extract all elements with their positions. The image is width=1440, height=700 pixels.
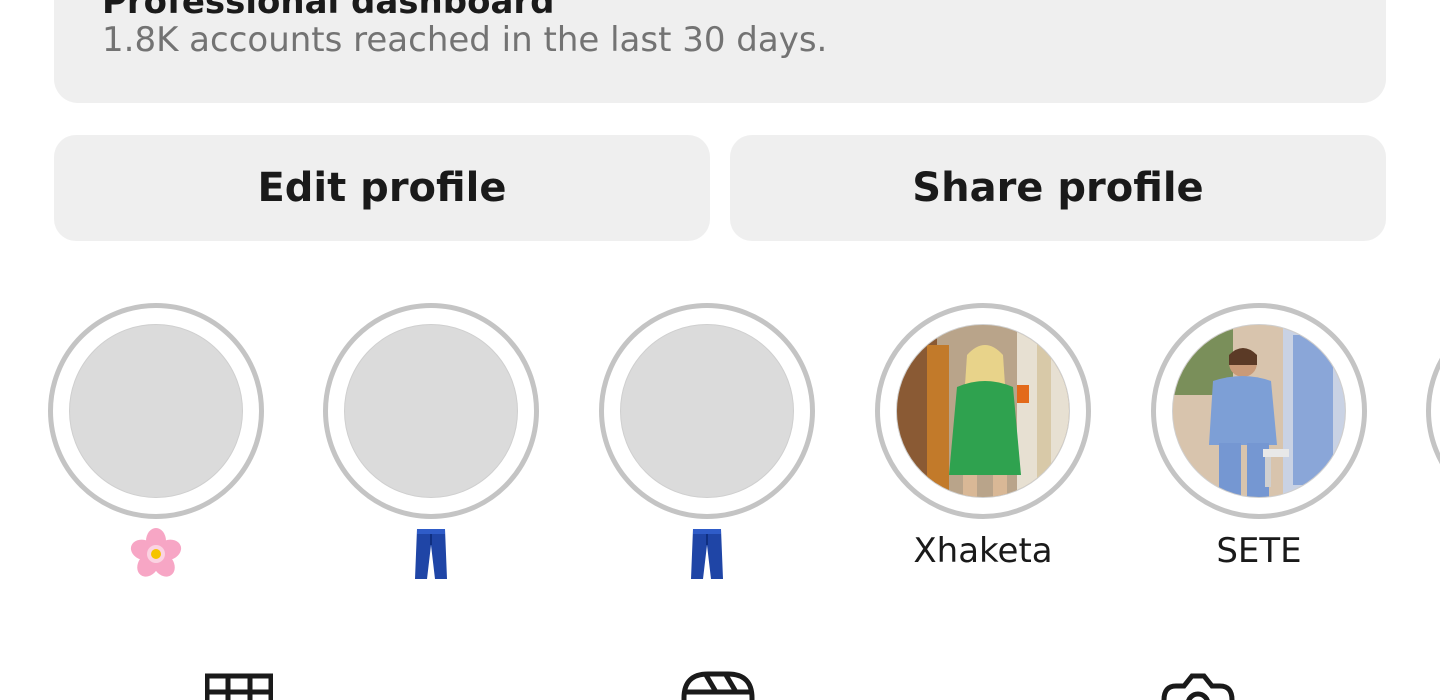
dashboard-subtitle: 1.8K accounts reached in the last 30 day… — [102, 20, 828, 60]
highlight-item-partial[interactable] — [1426, 303, 1440, 593]
highlight-item[interactable] — [599, 303, 815, 593]
share-profile-button[interactable]: Share profile — [730, 135, 1386, 241]
highlight-ring — [1426, 303, 1440, 519]
reels-icon[interactable] — [680, 668, 756, 700]
highlight-cover-empty — [620, 324, 794, 498]
grid-icon[interactable] — [204, 668, 274, 700]
highlight-item-xhaketa[interactable]: Xhaketa — [875, 303, 1091, 593]
dashboard-title: Professional dashboard — [102, 0, 555, 22]
highlight-cover-empty — [69, 324, 243, 498]
professional-dashboard-card[interactable]: Professional dashboard 1.8K accounts rea… — [54, 0, 1386, 103]
jeans-icon — [323, 527, 539, 581]
edit-profile-button[interactable]: Edit profile — [54, 135, 710, 241]
highlight-label: SETE — [1216, 531, 1302, 571]
cherry-blossom-icon — [48, 527, 264, 581]
jeans-icon — [599, 527, 815, 581]
highlight-label: Xhaketa — [913, 531, 1053, 571]
highlight-cover-empty — [344, 324, 518, 498]
highlight-item-sete[interactable]: SETE — [1151, 303, 1367, 593]
tagged-icon[interactable] — [1160, 668, 1236, 700]
highlight-item[interactable] — [48, 303, 264, 593]
highlight-cover-photo — [896, 324, 1070, 498]
highlight-cover-photo — [1172, 324, 1346, 498]
profile-page: Professional dashboard 1.8K accounts rea… — [0, 0, 1440, 700]
highlight-item[interactable] — [323, 303, 539, 593]
